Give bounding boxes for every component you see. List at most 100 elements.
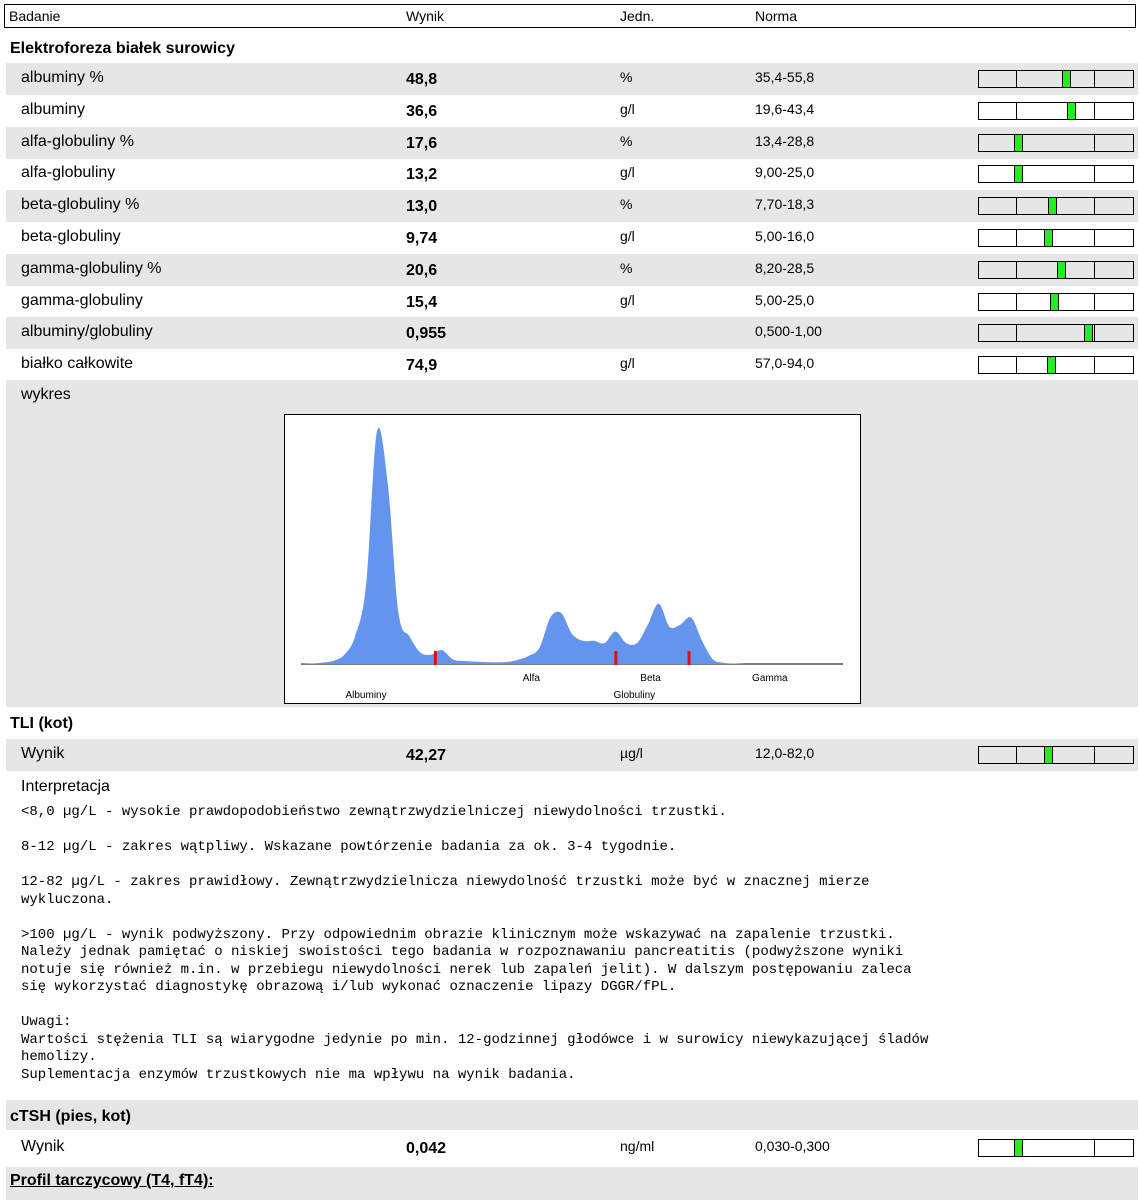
result-unit: g/l bbox=[620, 164, 635, 181]
range-high-tick bbox=[1094, 357, 1095, 374]
reference-range: 19,6-43,4 bbox=[755, 100, 815, 117]
result-row: alfa-globuliny % 17,6% 13,4-28,8 bbox=[6, 126, 1138, 159]
result-unit: g/l bbox=[620, 100, 635, 117]
range-bar bbox=[978, 70, 1134, 88]
result-row: beta-globuliny 9,74 g/l 5,00-16,0 bbox=[6, 222, 1138, 254]
result-unit: g/l bbox=[620, 228, 635, 244]
range-bar bbox=[978, 746, 1134, 764]
col-norm-header: Norma bbox=[755, 8, 798, 24]
group-label: Globuliny bbox=[613, 690, 655, 701]
section-band-ctsh bbox=[6, 1102, 1138, 1130]
test-name: gamma-globuliny bbox=[21, 291, 143, 309]
reference-range: 35,4-55,8 bbox=[755, 69, 815, 85]
range-marker bbox=[1084, 325, 1094, 342]
range-low-tick bbox=[1016, 325, 1017, 342]
electrophoresis-chart: Alfa Beta Gamma Albuminy Globuliny bbox=[301, 427, 843, 701]
result-value: 0,955 bbox=[406, 325, 447, 343]
range-marker bbox=[1066, 102, 1076, 119]
fraction-divider bbox=[433, 651, 437, 665]
range-high-tick bbox=[1094, 261, 1095, 278]
test-name: alfa-globuliny bbox=[21, 164, 116, 182]
section-title-ctsh: cTSH (pies, kot) bbox=[10, 1108, 131, 1125]
interpretation-text: <8,0 µg/L - wysokie prawdopodobieństwo z… bbox=[21, 804, 929, 1083]
range-marker bbox=[1062, 71, 1071, 87]
range-bar bbox=[978, 356, 1134, 375]
test-name: albuminy/globuliny bbox=[21, 323, 153, 341]
result-row: Wynik 0,042 ng/ml 0,030-0,300 bbox=[6, 1132, 1138, 1164]
range-marker bbox=[1013, 166, 1023, 183]
range-high-tick bbox=[1094, 325, 1095, 342]
range-bar bbox=[978, 260, 1134, 279]
col-result-header: Wynik bbox=[406, 8, 444, 24]
result-value: 17,6 bbox=[406, 134, 438, 152]
test-name: Wynik bbox=[21, 745, 65, 762]
range-low-tick bbox=[1016, 293, 1017, 310]
reference-range: 7,70-18,3 bbox=[755, 196, 815, 213]
result-unit: % bbox=[620, 132, 633, 149]
interpretation-block: Interpretacja <8,0 µg/L - wysokie prawdo… bbox=[6, 772, 1138, 1098]
result-value: 9,74 bbox=[406, 230, 438, 247]
fraction-label: Beta bbox=[640, 673, 661, 684]
range-low-tick bbox=[1016, 357, 1017, 374]
col-unit-header: Jedn. bbox=[620, 8, 655, 24]
range-low-tick bbox=[1016, 230, 1017, 246]
range-high-tick bbox=[1094, 134, 1095, 151]
range-bar bbox=[978, 197, 1134, 216]
range-high-tick bbox=[1094, 293, 1095, 310]
range-low-tick bbox=[1016, 261, 1017, 278]
result-row: albuminy/globuliny 0,955 0,500-1,00 bbox=[6, 317, 1138, 350]
reference-range: 9,00-25,0 bbox=[755, 164, 815, 181]
result-unit: % bbox=[620, 69, 633, 85]
test-name: Wynik bbox=[21, 1138, 65, 1155]
range-high-tick bbox=[1094, 102, 1095, 119]
reference-range: 8,20-28,5 bbox=[755, 259, 815, 276]
result-row: beta-globuliny % 13,0% 7,70-18,3 bbox=[6, 190, 1138, 223]
test-name: beta-globuliny % bbox=[21, 196, 140, 214]
result-row: albuminy 36,6 g/l 19,6-43,4 bbox=[6, 95, 1138, 127]
range-bar bbox=[978, 101, 1134, 120]
result-row: alfa-globuliny 13,2 g/l 9,00-25,0 bbox=[6, 158, 1138, 190]
section-profil: Profil tarczycowy (T4, fT4): bbox=[6, 1167, 1138, 1200]
result-row: gamma-globuliny 15,4 g/l 5,00-25,0 bbox=[6, 286, 1138, 318]
range-marker bbox=[1014, 1140, 1024, 1156]
test-name: albuminy bbox=[21, 100, 86, 118]
reference-range: 5,00-25,0 bbox=[755, 291, 815, 308]
reference-range: 57,0-94,0 bbox=[755, 355, 815, 372]
electrophoresis-curve bbox=[301, 427, 843, 664]
range-bar bbox=[978, 165, 1134, 184]
result-value: 15,4 bbox=[406, 293, 438, 311]
result-row: Wynik 42,27 µg/l 12,0-82,0 bbox=[6, 739, 1138, 771]
result-value: 13,0 bbox=[406, 198, 438, 216]
reference-range: 0,030-0,300 bbox=[755, 1138, 830, 1154]
result-value: 0,042 bbox=[406, 1140, 447, 1157]
section-title-tli: TLI (kot) bbox=[10, 715, 74, 732]
result-unit: g/l bbox=[620, 355, 635, 372]
interpretation-label: Interpretacja bbox=[21, 778, 110, 795]
range-bar bbox=[978, 133, 1134, 152]
result-unit: ng/ml bbox=[620, 1138, 655, 1154]
fraction-label: Gamma bbox=[752, 673, 788, 684]
reference-range: 5,00-16,0 bbox=[755, 228, 815, 244]
result-unit: g/l bbox=[620, 291, 635, 308]
range-marker bbox=[1047, 357, 1057, 374]
range-low-tick bbox=[1016, 747, 1017, 763]
result-value: 13,2 bbox=[406, 166, 438, 184]
result-unit: µg/l bbox=[620, 745, 643, 761]
range-marker bbox=[1013, 134, 1023, 151]
result-value: 20,6 bbox=[406, 261, 438, 279]
range-marker bbox=[1044, 747, 1054, 763]
range-high-tick bbox=[1094, 747, 1095, 763]
reference-range: 0,500-1,00 bbox=[755, 323, 822, 340]
test-name: alfa-globuliny % bbox=[21, 132, 134, 150]
group-label: Albuminy bbox=[345, 690, 386, 701]
result-unit: % bbox=[620, 259, 633, 276]
range-marker bbox=[1056, 261, 1066, 278]
range-bar bbox=[978, 229, 1134, 247]
chart-section: wykres Alfa Beta Gamma Albuminy Globuliny bbox=[6, 380, 1138, 707]
table-header: Badanie Wynik Jedn. Norma bbox=[4, 4, 1136, 28]
test-name: gamma-globuliny % bbox=[21, 259, 162, 277]
range-marker bbox=[1043, 230, 1053, 246]
result-row: albuminy % 48,8% 35,4-55,8 bbox=[6, 63, 1138, 95]
fraction-divider bbox=[614, 651, 618, 665]
result-value: 48,8 bbox=[406, 71, 438, 88]
